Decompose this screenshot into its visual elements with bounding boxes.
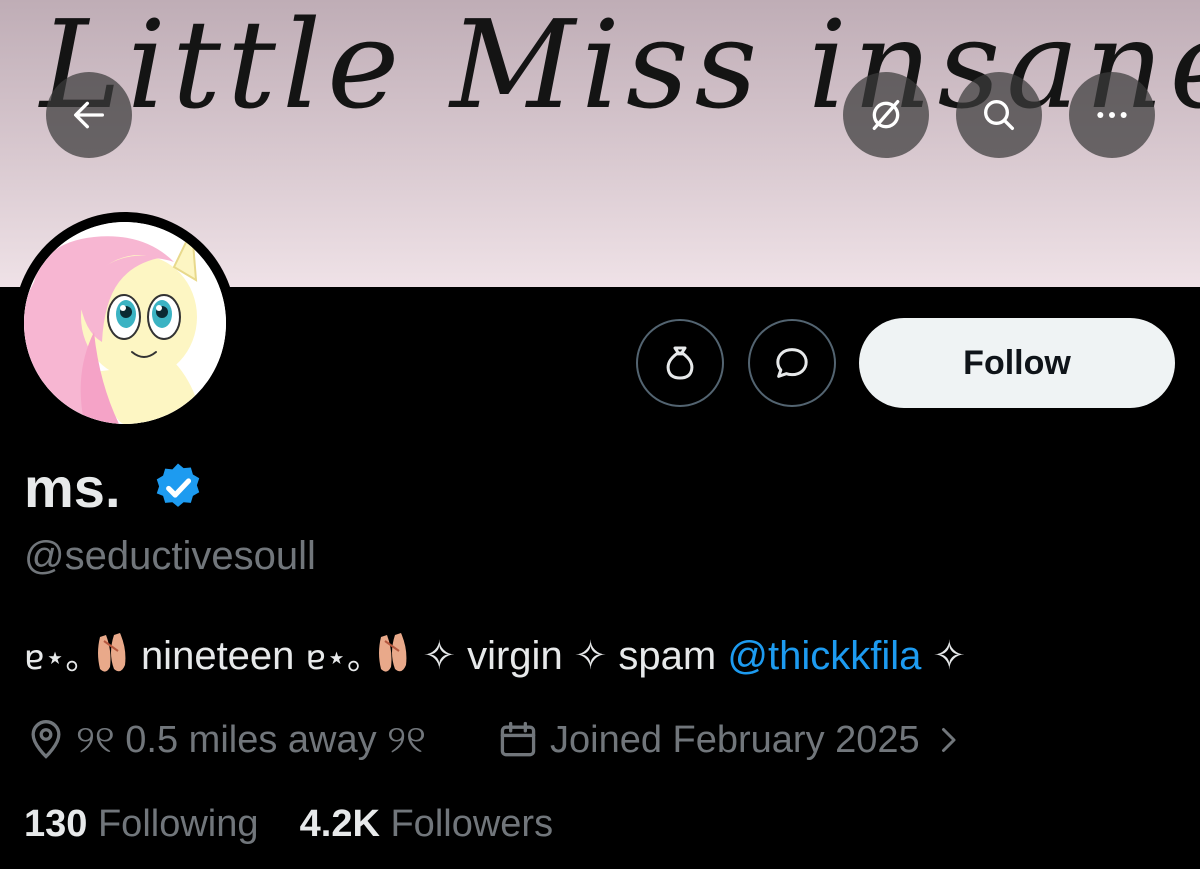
handle: @seductivesoull <box>24 534 316 578</box>
chevron-right-icon <box>941 728 956 752</box>
following-label: Following <box>97 803 259 845</box>
location: ୨୧ 0.5 miles away ୨୧ <box>24 718 426 762</box>
bio-text-3: ✧ <box>932 634 966 678</box>
following-link[interactable]: 130 Following <box>24 803 269 845</box>
slash-circle-icon <box>872 100 900 130</box>
following-count: 130 <box>24 803 88 845</box>
bio-mention-link[interactable]: @thickkfila <box>727 634 921 678</box>
calendar-icon <box>500 721 536 757</box>
bio-symbol-2: ɐ⋆｡ <box>305 638 365 678</box>
back-button[interactable] <box>46 72 132 158</box>
more-icon <box>1097 112 1127 118</box>
bio-text-2: ✧ virgin ✧ spam <box>422 634 728 678</box>
message-icon <box>776 348 808 378</box>
location-text: ୨୧ 0.5 miles away ୨୧ <box>76 718 426 761</box>
pony-avatar-image <box>24 222 226 424</box>
ballet-shoes-icon <box>94 631 130 685</box>
money-bag-icon <box>666 346 694 380</box>
followers-link[interactable]: 4.2K Followers <box>300 803 553 845</box>
search-icon <box>984 100 1014 130</box>
bio-text-1: nineteen <box>140 634 306 678</box>
message-button[interactable] <box>748 319 836 407</box>
profile-stats: 130 Following 4.2K Followers <box>24 803 553 846</box>
followers-count: 4.2K <box>299 803 380 845</box>
ballet-shoes-icon <box>375 631 411 685</box>
verified-badge-icon <box>156 463 200 507</box>
joined-date[interactable]: Joined February 2025 <box>496 718 966 762</box>
bio-symbol-1: ɐ⋆｡ <box>24 638 83 678</box>
display-name: ms. <box>24 456 121 519</box>
followers-label: Followers <box>390 803 554 845</box>
search-button[interactable] <box>956 72 1042 158</box>
more-button[interactable] <box>1069 72 1155 158</box>
joined-text: Joined February 2025 <box>550 718 920 761</box>
avatar[interactable] <box>24 222 226 424</box>
location-pin-icon <box>31 720 61 759</box>
arrow-left-icon <box>74 101 105 129</box>
follow-button[interactable]: Follow <box>859 318 1175 408</box>
subscribe-button[interactable] <box>636 319 724 407</box>
bio: ɐ⋆｡ nineteen ɐ⋆｡ ✧ virgin ✧ spam @thickk… <box>24 630 966 685</box>
grok-button[interactable] <box>843 72 929 158</box>
